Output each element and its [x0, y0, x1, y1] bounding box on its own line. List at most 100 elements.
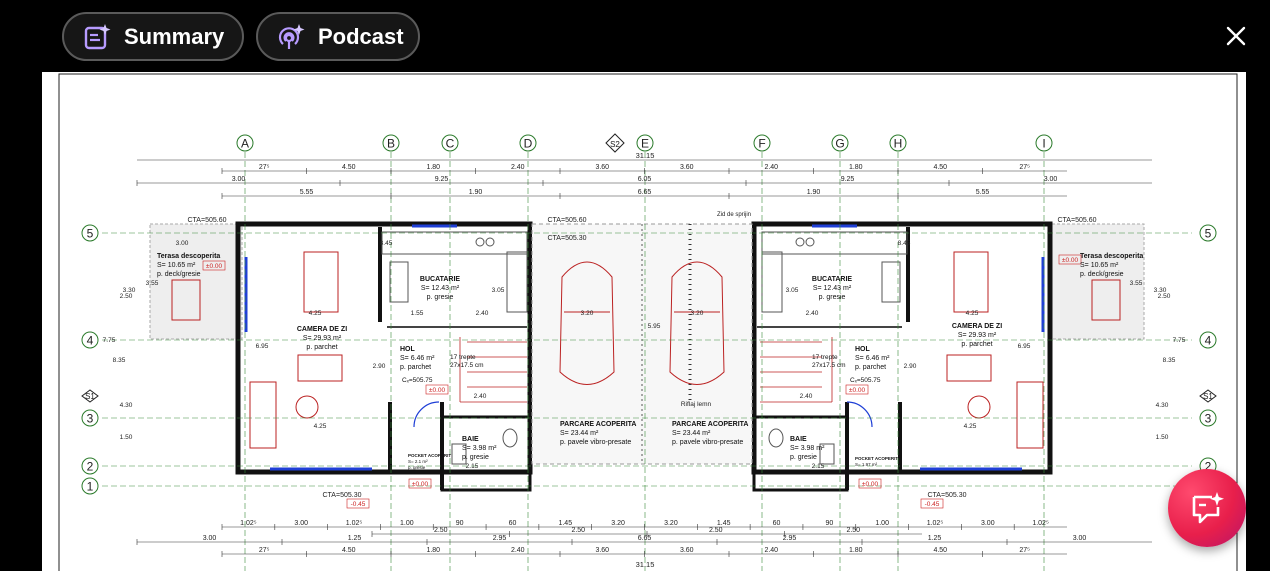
- cta-label: CTA=505.60: [188, 217, 227, 224]
- inner-dimension-label: 1.50: [120, 434, 133, 441]
- dimension-label: 3.00: [1044, 176, 1058, 183]
- inner-dimension-label: 4.25: [966, 310, 979, 317]
- room-name: BUCATARIE: [812, 276, 853, 283]
- room-area: S= 12.43 m²: [421, 285, 460, 292]
- room-area: S= 3.98 m²: [462, 445, 497, 452]
- axis-label: 3: [1205, 412, 1212, 426]
- cta-label: CTA=505.60: [1058, 217, 1097, 224]
- room-name: Terasa descoperita: [1080, 253, 1143, 260]
- dimension-label: 2.50: [846, 527, 860, 534]
- room-name: Terasa descoperita: [157, 253, 220, 260]
- dimension-label: 90: [825, 520, 833, 527]
- axis-label: 1: [87, 480, 94, 494]
- dimension-label: 1.80: [426, 164, 440, 171]
- room-finish: p. parchet: [306, 344, 337, 351]
- room-name: CAMERA DE ZI: [297, 326, 347, 333]
- document-viewer[interactable]: ABCDS2EFGHI5544S1S1332211 31.1527⁵4.501.…: [42, 72, 1246, 571]
- dimension-label: 1.80: [849, 164, 863, 171]
- inner-dimension-label: 2.40: [476, 310, 489, 317]
- dimension-label: 3.60: [595, 164, 609, 171]
- ai-assistant-chat-icon: [1192, 492, 1224, 524]
- dimension-label: 27⁵: [1019, 164, 1030, 171]
- dimension-label: 1.02⁵: [1032, 520, 1049, 527]
- room-finish: p. gresie: [855, 468, 873, 473]
- inner-dimension-label: 3.00: [176, 240, 189, 247]
- dimension-label: 1.45: [558, 520, 572, 527]
- axis-label: F: [758, 137, 765, 151]
- dimension-label: 27⁵: [1019, 547, 1030, 554]
- dimension-label: 1.00: [400, 520, 414, 527]
- podcast-sparkle-icon: [278, 23, 305, 49]
- top-toolbar: Summary Podcast: [0, 0, 1270, 72]
- level-label: ±0.00: [412, 481, 429, 488]
- cta-label: CTA=505.60: [548, 217, 587, 224]
- dimension-label: 3.00: [1073, 535, 1087, 542]
- dimension-label: 3.20: [611, 520, 625, 527]
- room-name: PARCARE ACOPERITA: [560, 421, 636, 428]
- inner-dimension-label: 2.50: [120, 293, 133, 300]
- inner-dimension-label: 2.90: [373, 363, 386, 370]
- stair-label: 17 trepte: [450, 354, 476, 361]
- summary-button[interactable]: Summary: [62, 12, 244, 61]
- dimension-label: 1.90: [469, 189, 483, 196]
- unit-left-outline: [235, 221, 533, 475]
- dimension-label: 2.50: [709, 527, 723, 534]
- inner-dimension-label: 7.75: [103, 337, 116, 344]
- dimension-label: 9.25: [841, 176, 855, 183]
- inner-dimension-label: 2.15: [466, 463, 479, 470]
- room-area: S= 6.46 m²: [855, 355, 890, 362]
- stair-elevation-label: Cₓ=505.75: [402, 377, 433, 384]
- inner-dimension-label: 6.95: [256, 343, 269, 350]
- dimension-label: 6.05: [638, 176, 652, 183]
- cta-label: CTA=505.30: [928, 492, 967, 499]
- dimension-label: 1.00: [875, 520, 889, 527]
- dimension-label: 3.60: [680, 547, 694, 554]
- inner-dimension-label: 3.20: [691, 310, 704, 317]
- inner-dimension-label: 1.55: [411, 310, 424, 317]
- room-area: S= 23.44 m²: [560, 430, 599, 437]
- inner-dimension-label: 4.25: [309, 310, 322, 317]
- dimension-label: 1.80: [426, 547, 440, 554]
- dimension-label: 5.55: [300, 189, 314, 196]
- stair-label: 27x17.5 cm: [450, 362, 484, 369]
- room-area: S= 10.65 m²: [1080, 262, 1119, 269]
- room-finish: p. pavele vibro-presate: [560, 439, 631, 446]
- stair-elevation-label: Cₓ=505.75: [850, 377, 881, 384]
- inner-dimension-label: 7.75: [1173, 337, 1186, 344]
- inner-dimension-label: 2.50: [1158, 293, 1171, 300]
- room-name: CAMERA DE ZI: [952, 323, 1002, 330]
- dimension-label: 3.60: [595, 547, 609, 554]
- inner-dimension-label: 5.95: [648, 323, 661, 330]
- summary-label: Summary: [124, 23, 225, 49]
- close-icon[interactable]: [1222, 22, 1250, 50]
- inner-dimension-label: 4.30: [1156, 402, 1169, 409]
- total-width-label: 31.15: [636, 560, 655, 569]
- axis-label: D: [524, 137, 533, 151]
- room-finish: p. pavele vibro-presate: [672, 439, 743, 446]
- dimension-label: 1.02⁵: [346, 520, 363, 527]
- room-name: POCKET ACOPERIT: [408, 453, 451, 458]
- axis-label: 4: [1205, 334, 1212, 348]
- dimension-label: 2.40: [764, 164, 778, 171]
- podcast-button[interactable]: Podcast: [256, 12, 420, 61]
- total-width-label: 31.15: [636, 151, 655, 160]
- dimension-label: 3.00: [203, 535, 217, 542]
- dimension-label: 2.95: [783, 535, 797, 542]
- dimension-label: 2.40: [511, 547, 525, 554]
- room-finish: p. gresie: [408, 465, 426, 470]
- inner-dimension-label: 4.25: [314, 423, 327, 430]
- room-area: S= 6.46 m²: [400, 355, 435, 362]
- ai-assistant-button[interactable]: [1168, 469, 1246, 547]
- axis-label: B: [387, 137, 395, 151]
- axis-label: E: [641, 137, 649, 151]
- level-label: -0.45: [351, 501, 366, 508]
- dimension-label: 9.25: [435, 176, 449, 183]
- inner-dimension-label: 2.90: [904, 363, 917, 370]
- cta-label: CTA=505.30: [548, 235, 587, 242]
- dimension-label: 2.40: [764, 547, 778, 554]
- dimension-label: 1.25: [928, 535, 942, 542]
- dimension-label: 4.50: [933, 164, 947, 171]
- axis-label: 3: [87, 412, 94, 426]
- podcast-label: Podcast: [318, 23, 404, 49]
- room-name: HOL: [400, 346, 416, 353]
